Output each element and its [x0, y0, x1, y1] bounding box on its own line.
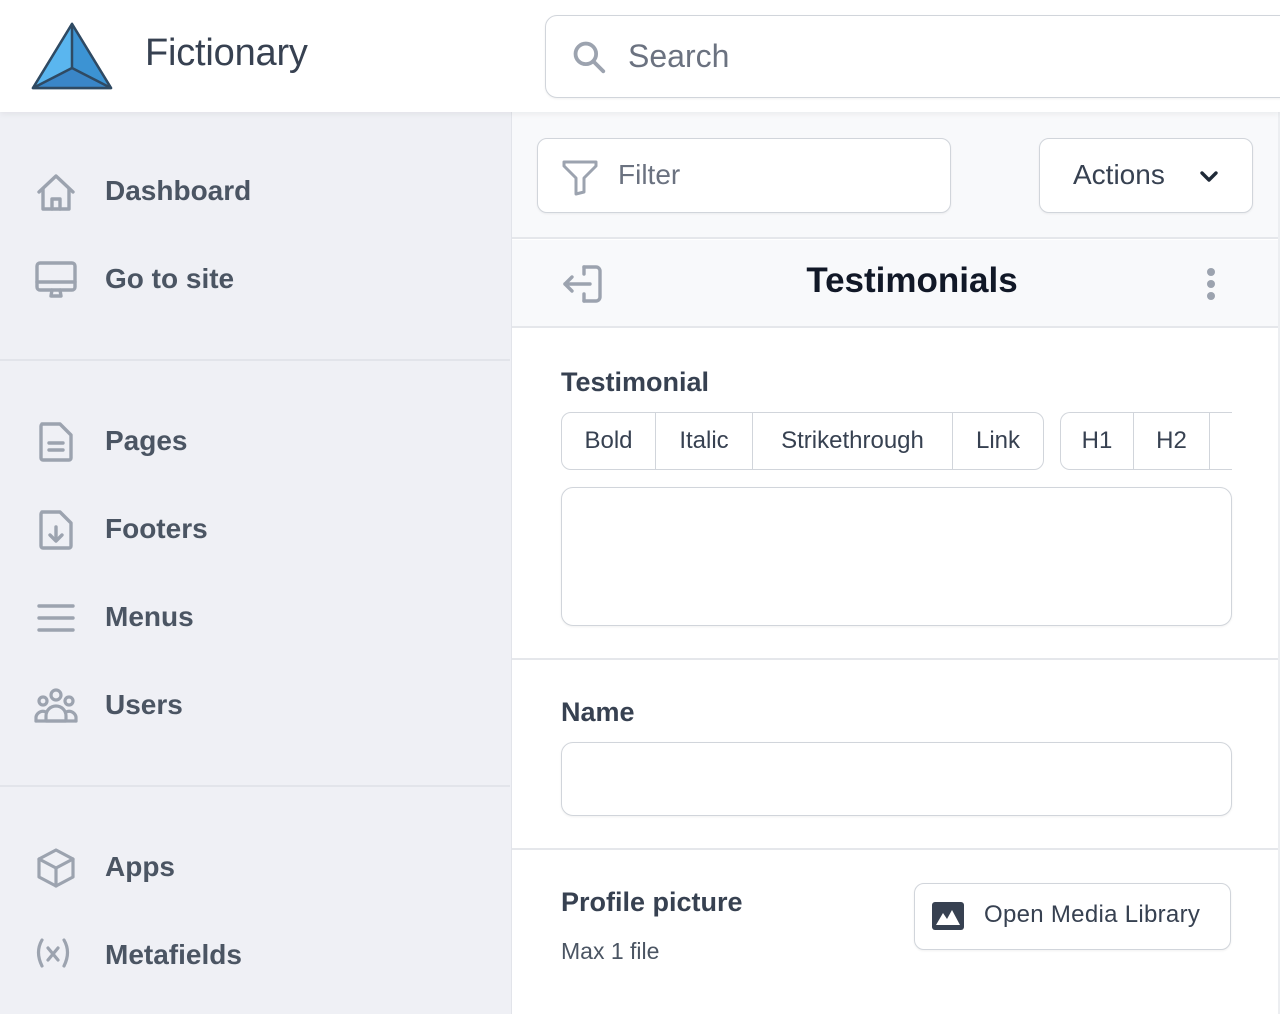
testimonial-field-section: Testimonial Bold Italic Strikethrough Li… [512, 330, 1278, 660]
sidebar-item-label: Pages [105, 425, 188, 456]
sidebar-item-users[interactable]: Users [0, 674, 510, 738]
menu-lines-icon [37, 604, 75, 632]
cube-icon [37, 848, 75, 888]
filter-placeholder: Filter [618, 159, 681, 190]
sidebar-item-label: Metafields [105, 939, 242, 970]
sidebar-item-dashboard[interactable]: Dashboard [0, 160, 510, 224]
actions-label: Actions [1073, 159, 1165, 190]
brand-name: Fictionary [145, 32, 308, 74]
chevron-down-icon [1200, 171, 1218, 182]
sidebar-item-label: Footers [105, 513, 208, 544]
open-media-library-label: Open Media Library [984, 901, 1201, 928]
search-placeholder: Search [628, 38, 730, 74]
h1-button[interactable]: H1 [1061, 413, 1134, 469]
profile-picture-hint: Max 1 file [561, 938, 660, 964]
testimonial-label: Testimonial [561, 367, 710, 397]
name-field-section: Name [512, 660, 1278, 850]
rte-toolbar-headings: H1 H2 H3 [1060, 412, 1232, 470]
vertical-ellipsis-icon[interactable] [1200, 262, 1222, 306]
sidebar-divider [0, 359, 510, 361]
profile-picture-label: Profile picture [561, 887, 743, 917]
filter-input[interactable]: Filter [537, 138, 951, 213]
photo-icon [932, 902, 964, 930]
sidebar-item-label: Menus [105, 601, 194, 632]
strikethrough-button[interactable]: Strikethrough [753, 413, 953, 469]
sidebar-item-menus[interactable]: Menus [0, 586, 510, 650]
h2-button[interactable]: H2 [1134, 413, 1210, 469]
page-header: Testimonials [512, 240, 1280, 328]
desktop-icon [35, 261, 77, 298]
home-icon [37, 174, 75, 211]
document-download-icon [39, 510, 73, 550]
name-input[interactable] [561, 742, 1232, 816]
sidebar-item-label: Users [105, 689, 183, 720]
testimonial-textarea[interactable] [561, 487, 1232, 626]
rte-toolbar-formatting: Bold Italic Strikethrough Link [561, 412, 1044, 470]
funnel-icon [562, 160, 598, 196]
actions-dropdown-button[interactable]: Actions [1039, 138, 1253, 213]
sidebar-item-apps[interactable]: Apps [0, 836, 510, 900]
sidebar-item-go-to-site[interactable]: Go to site [0, 248, 510, 312]
variable-icon [36, 938, 70, 968]
sidebar-divider [0, 785, 510, 787]
pyramid-logo-icon[interactable] [31, 22, 113, 90]
bold-button[interactable]: Bold [562, 413, 656, 469]
exit-arrow-icon[interactable] [560, 262, 606, 306]
italic-button[interactable]: Italic [656, 413, 753, 469]
main-panel: Filter Actions Testimonials Testimonial … [512, 112, 1280, 1014]
sidebar: Dashboard Go to site Pages Footers Menus… [0, 112, 512, 1014]
search-icon [573, 41, 606, 74]
document-icon [39, 422, 73, 462]
sidebar-item-pages[interactable]: Pages [0, 410, 510, 474]
sidebar-item-label: Go to site [105, 263, 235, 294]
search-input[interactable]: Search [545, 15, 1280, 98]
page-title: Testimonials [806, 261, 1018, 300]
sidebar-item-metafields[interactable]: Metafields [0, 924, 510, 988]
name-label: Name [561, 697, 635, 727]
user-group-icon [34, 688, 78, 723]
open-media-library-button[interactable]: Open Media Library [914, 883, 1231, 950]
app-header: Fictionary Search [0, 0, 1280, 112]
link-button[interactable]: Link [953, 413, 1043, 469]
sidebar-item-footers[interactable]: Footers [0, 498, 510, 562]
h3-button[interactable]: H3 [1210, 413, 1232, 469]
sidebar-item-label: Apps [105, 851, 175, 882]
list-toolbar: Filter Actions [512, 112, 1280, 239]
profile-picture-section: Profile picture Max 1 file Open Media Li… [512, 850, 1278, 1014]
sidebar-item-label: Dashboard [105, 175, 252, 206]
